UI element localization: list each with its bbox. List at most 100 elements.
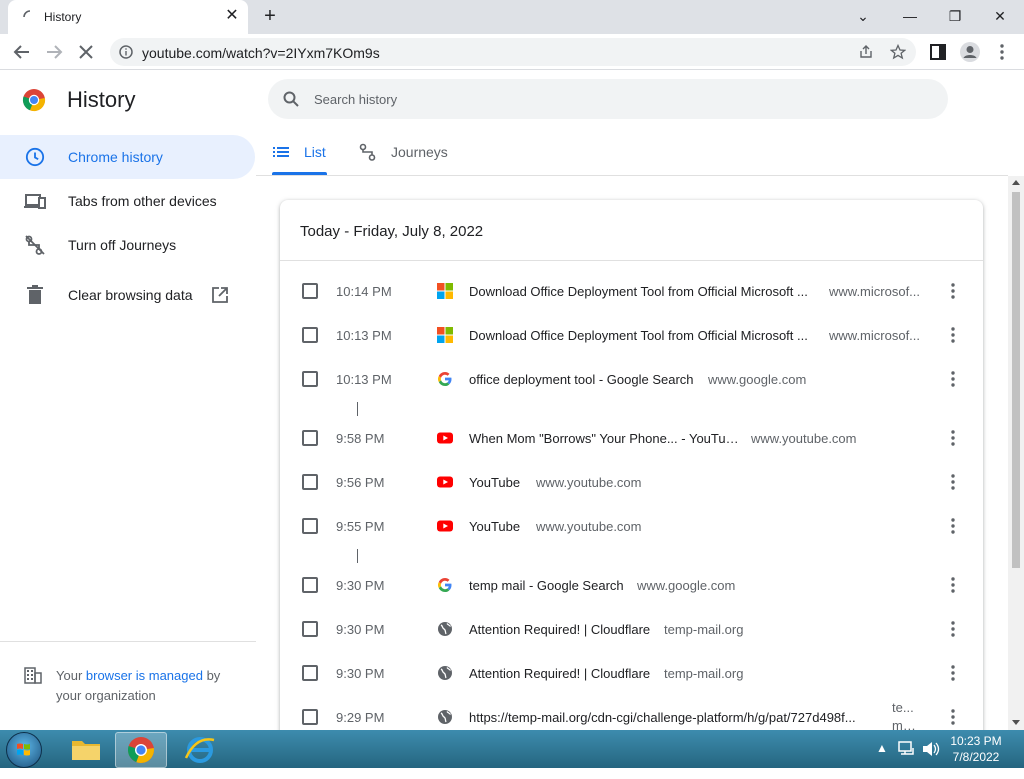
row-title-link[interactable]: YouTube (469, 519, 529, 534)
history-row[interactable]: 10:13 PM Download Office Deployment Tool… (280, 313, 983, 357)
more-actions-icon[interactable] (944, 325, 962, 345)
more-actions-icon[interactable] (944, 707, 962, 727)
profile-avatar-icon[interactable] (958, 40, 982, 64)
taskbar-explorer[interactable] (60, 732, 112, 768)
row-title-link[interactable]: When Mom "Borrows" Your Phone... - YouTu… (469, 431, 739, 446)
search-input[interactable] (314, 90, 914, 108)
row-checkbox[interactable] (302, 518, 318, 534)
forward-icon[interactable] (42, 40, 66, 64)
loading-icon (23, 10, 31, 18)
row-time: 9:29 PM (336, 710, 385, 725)
row-checkbox[interactable] (302, 577, 318, 593)
history-row[interactable]: 9:58 PM When Mom "Borrows" Your Phone...… (280, 416, 983, 460)
history-row[interactable]: 9:55 PM YouTube www.youtube.com (280, 504, 983, 548)
managed-prefix: Your (56, 668, 86, 683)
chrome-taskbar-icon (127, 737, 154, 763)
more-actions-icon[interactable] (944, 428, 962, 448)
show-hidden-icons-button[interactable]: ▲ (876, 741, 888, 779)
history-row[interactable]: 9:30 PM Attention Required! | Cloudflare… (280, 651, 983, 695)
start-button[interactable] (6, 732, 42, 768)
more-actions-icon[interactable] (944, 619, 962, 639)
network-icon[interactable] (897, 740, 917, 758)
row-time: 9:30 PM (336, 622, 385, 637)
row-checkbox[interactable] (302, 709, 318, 725)
row-title-link[interactable]: temp mail - Google Search (469, 578, 629, 593)
row-title-link[interactable]: office deployment tool - Google Search (469, 372, 699, 387)
managed-link[interactable]: browser is managed (86, 668, 203, 683)
address-bar[interactable]: youtube.com/watch?v=2IYxm7KOm9s (110, 38, 916, 66)
tab-journeys[interactable]: Journeys (359, 130, 459, 176)
scroll-thumb[interactable] (1012, 192, 1020, 568)
clock-date: 7/8/2022 (952, 750, 1000, 764)
row-checkbox[interactable] (302, 283, 318, 299)
share-icon[interactable] (858, 44, 874, 60)
browser-tab[interactable]: History ✕ (8, 0, 248, 34)
site-info-icon[interactable] (118, 44, 134, 60)
more-actions-icon[interactable] (944, 472, 962, 492)
tab-title: History (44, 10, 82, 24)
row-time: 9:56 PM (336, 475, 385, 490)
more-actions-icon[interactable] (944, 281, 962, 301)
taskbar-chrome[interactable] (115, 732, 167, 768)
row-checkbox[interactable] (302, 430, 318, 446)
history-row[interactable]: 9:30 PM Attention Required! | Cloudflare… (280, 607, 983, 651)
tabs-divider (256, 175, 1008, 176)
minimize-button[interactable]: — (896, 4, 924, 28)
more-actions-icon[interactable] (944, 516, 962, 536)
taskbar-clock[interactable]: 10:23 PM 7/8/2022 (946, 733, 1006, 765)
browser-toolbar: youtube.com/watch?v=2IYxm7KOm9s (0, 34, 1024, 70)
row-checkbox[interactable] (302, 474, 318, 490)
url-text: youtube.com/watch?v=2IYxm7KOm9s (142, 45, 380, 61)
row-checkbox[interactable] (302, 621, 318, 637)
history-row[interactable]: 9:56 PM YouTube www.youtube.com (280, 460, 983, 504)
tab-close-button[interactable]: ✕ (222, 6, 242, 26)
windows-taskbar: ▲ 10:23 PM 7/8/2022 (0, 730, 1024, 768)
history-row[interactable]: 9:30 PM temp mail - Google Search www.go… (280, 563, 983, 607)
page-scrollbar[interactable] (1008, 176, 1024, 730)
trash-icon (27, 285, 43, 304)
close-window-button[interactable]: ✕ (986, 4, 1014, 28)
sidebar-item-chrome-history[interactable]: Chrome history (0, 135, 255, 179)
row-checkbox[interactable] (302, 327, 318, 343)
tab-strip: History ✕ + ⌄ — ❐ ✕ (0, 0, 1024, 34)
row-domain: www.google.com (637, 578, 736, 593)
back-icon[interactable] (10, 40, 34, 64)
sidebar-item-turn-off-journeys[interactable]: Turn off Journeys (0, 223, 255, 267)
row-checkbox[interactable] (302, 371, 318, 387)
globe-favicon-icon (438, 710, 452, 724)
external-link-icon (212, 287, 228, 303)
scroll-up-arrow[interactable] (1012, 180, 1020, 185)
sidebar-item-other-devices[interactable]: Tabs from other devices (0, 179, 255, 223)
side-panel-icon[interactable] (926, 40, 950, 64)
clock-time: 10:23 PM (950, 734, 1002, 748)
new-tab-button[interactable]: + (258, 5, 282, 29)
more-actions-icon[interactable] (944, 369, 962, 389)
google-favicon-icon (438, 578, 452, 592)
scroll-down-arrow[interactable] (1012, 720, 1020, 725)
history-row[interactable]: 10:14 PM Download Office Deployment Tool… (280, 269, 983, 313)
menu-kebab-icon[interactable] (990, 40, 1014, 64)
row-title-link[interactable]: Download Office Deployment Tool from Off… (469, 328, 814, 343)
tab-search-button[interactable]: ⌄ (849, 4, 877, 28)
taskbar-internet-explorer[interactable] (174, 732, 226, 768)
row-title-link[interactable]: Download Office Deployment Tool from Off… (469, 284, 814, 299)
restore-button[interactable]: ❐ (941, 4, 969, 28)
volume-icon[interactable] (921, 740, 941, 758)
windows-logo-icon (17, 743, 30, 756)
row-title-link[interactable]: YouTube (469, 475, 529, 490)
sidebar-item-clear-browsing-data[interactable]: Clear browsing data (0, 273, 255, 317)
bookmark-star-icon[interactable] (890, 44, 906, 60)
row-title-link[interactable]: Attention Required! | Cloudflare (469, 622, 654, 637)
page-title: History (67, 87, 136, 112)
row-checkbox[interactable] (302, 665, 318, 681)
tab-list[interactable]: List (272, 130, 342, 176)
more-actions-icon[interactable] (944, 575, 962, 595)
history-row[interactable]: 10:13 PM office deployment tool - Google… (280, 357, 983, 401)
list-icon (273, 147, 289, 157)
more-actions-icon[interactable] (944, 663, 962, 683)
row-title-link[interactable]: https://temp-mail.org/cdn-cgi/challenge-… (469, 710, 874, 725)
stop-loading-icon[interactable] (74, 40, 98, 64)
search-box[interactable] (268, 79, 948, 119)
sidebar-item-label: Clear browsing data (68, 287, 193, 303)
row-title-link[interactable]: Attention Required! | Cloudflare (469, 666, 654, 681)
